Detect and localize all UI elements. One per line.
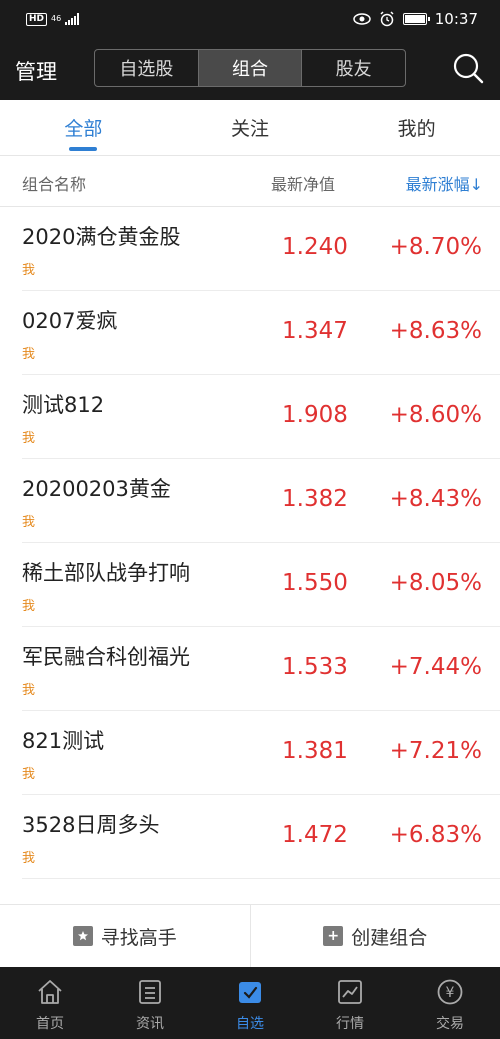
segment-watchlist[interactable]: 自选股	[95, 50, 199, 86]
find-experts-button[interactable]: 寻找高手	[0, 905, 251, 967]
column-change-sort[interactable]: 最新涨幅↓	[406, 171, 483, 195]
segment-control: 自选股 组合 股友	[94, 49, 406, 87]
trade-icon: ¥	[437, 979, 463, 1005]
plus-icon: +	[323, 926, 344, 946]
signal-icon	[65, 13, 80, 25]
list-item[interactable]: 2020满仓黄金股 我 1.240 +8.70%	[22, 207, 500, 291]
portfolio-nav: 1.347	[282, 318, 348, 344]
column-header: 组合名称 最新净值 最新涨幅↓	[0, 156, 500, 207]
column-nav[interactable]: 最新净值	[271, 171, 335, 195]
owner-tag: 我	[22, 851, 36, 866]
portfolio-name: 测试812	[22, 393, 105, 417]
portfolio-name: 3528日周多头	[22, 813, 160, 837]
search-icon[interactable]	[451, 51, 485, 85]
portfolio-change: +8.60%	[389, 402, 482, 428]
star-box-icon	[72, 926, 93, 946]
network-type: 46	[51, 14, 62, 23]
portfolio-change: +8.70%	[389, 234, 482, 260]
list-item[interactable]: 821测试 我 1.381 +7.21%	[22, 711, 500, 795]
sub-tabs: 全部 关注 我的	[0, 100, 500, 156]
portfolio-nav: 1.382	[282, 486, 348, 512]
list-item[interactable]: 3528日周多头 我 1.472 +6.83%	[22, 795, 500, 879]
portfolio-name: 821测试	[22, 729, 105, 753]
nav-watchlist-label: 自选	[236, 1016, 264, 1032]
status-right: 10:37	[353, 10, 478, 28]
portfolio-nav: 1.550	[282, 570, 348, 596]
portfolio-change: +8.63%	[389, 318, 482, 344]
hd-icon: HD	[26, 12, 48, 26]
portfolio-change: +8.43%	[389, 486, 482, 512]
tab-mine-label: 我的	[397, 118, 436, 140]
column-name: 组合名称	[22, 175, 87, 194]
clock: 10:37	[434, 10, 478, 28]
owner-tag: 我	[22, 431, 36, 446]
nav-trade-label: 交易	[436, 1016, 464, 1032]
portfolio-change: +7.21%	[389, 738, 482, 764]
nav-home-label: 首页	[36, 1016, 64, 1032]
owner-tag: 我	[22, 515, 36, 530]
portfolio-change: +8.05%	[389, 570, 482, 596]
portfolio-change: +7.44%	[389, 654, 482, 680]
watchlist-icon	[239, 982, 261, 1003]
app-header: 管理 自选股 组合 股友	[0, 38, 500, 100]
portfolio-nav: 1.472	[282, 822, 348, 848]
portfolio-name: 军民融合科创福光	[22, 645, 190, 669]
list-item[interactable]: 0207爱疯 我 1.347 +8.63%	[22, 291, 500, 375]
owner-tag: 我	[22, 683, 36, 698]
owner-tag: 我	[22, 347, 36, 362]
segment-portfolio[interactable]: 组合	[198, 50, 303, 86]
portfolio-name: 稀土部队战争打响	[22, 561, 190, 585]
status-left: HD 46	[26, 12, 80, 26]
portfolio-name: 2020满仓黄金股	[22, 225, 181, 249]
portfolio-list: 2020满仓黄金股 我 1.240 +8.70% 0207爱疯 我 1.347 …	[0, 207, 500, 879]
portfolio-nav: 1.240	[282, 234, 348, 260]
list-item[interactable]: 20200203黄金 我 1.382 +8.43%	[22, 459, 500, 543]
bottom-nav: 首页 资讯 自选 行情 ¥ 交易	[0, 967, 500, 1039]
tab-follow[interactable]: 关注	[167, 100, 334, 155]
status-bar: HD 46 10:37	[0, 0, 500, 38]
segment-friends[interactable]: 股友	[302, 50, 405, 86]
nav-market[interactable]: 行情	[300, 967, 400, 1039]
nav-news[interactable]: 资讯	[100, 967, 200, 1039]
tab-all[interactable]: 全部	[0, 100, 167, 155]
tab-all-label: 全部	[64, 118, 103, 140]
create-portfolio-button[interactable]: + 创建组合	[251, 905, 500, 967]
list-item[interactable]: 军民融合科创福光 我 1.533 +7.44%	[22, 627, 500, 711]
nav-news-label: 资讯	[136, 1016, 164, 1032]
list-item[interactable]: 测试812 我 1.908 +8.60%	[22, 375, 500, 459]
owner-tag: 我	[22, 767, 36, 782]
nav-home[interactable]: 首页	[0, 967, 100, 1039]
portfolio-change: +6.83%	[389, 822, 482, 848]
portfolio-nav: 1.908	[282, 402, 348, 428]
market-icon	[338, 980, 362, 1004]
news-icon	[139, 980, 161, 1004]
portfolio-name: 0207爱疯	[22, 309, 118, 333]
owner-tag: 我	[22, 263, 36, 278]
nav-watchlist[interactable]: 自选	[200, 967, 300, 1039]
portfolio-name: 20200203黄金	[22, 477, 171, 501]
find-experts-label: 寻找高手	[100, 926, 177, 949]
portfolio-nav: 1.533	[282, 654, 348, 680]
portfolio-nav: 1.381	[282, 738, 348, 764]
manage-button[interactable]: 管理	[15, 56, 57, 86]
owner-tag: 我	[22, 599, 36, 614]
list-item[interactable]: 稀土部队战争打响 我 1.550 +8.05%	[22, 543, 500, 627]
create-portfolio-label: 创建组合	[351, 926, 428, 949]
nav-market-label: 行情	[336, 1016, 364, 1032]
home-icon	[38, 980, 62, 1004]
alarm-icon	[380, 11, 394, 27]
battery-icon	[402, 13, 430, 25]
active-tab-indicator	[69, 147, 98, 151]
svg-text:¥: ¥	[446, 985, 455, 1001]
nav-trade[interactable]: ¥ 交易	[400, 967, 500, 1039]
action-bar: 寻找高手 + 创建组合	[0, 904, 500, 967]
eye-icon	[353, 13, 371, 25]
tab-follow-label: 关注	[231, 118, 270, 140]
tab-mine[interactable]: 我的	[333, 100, 500, 155]
